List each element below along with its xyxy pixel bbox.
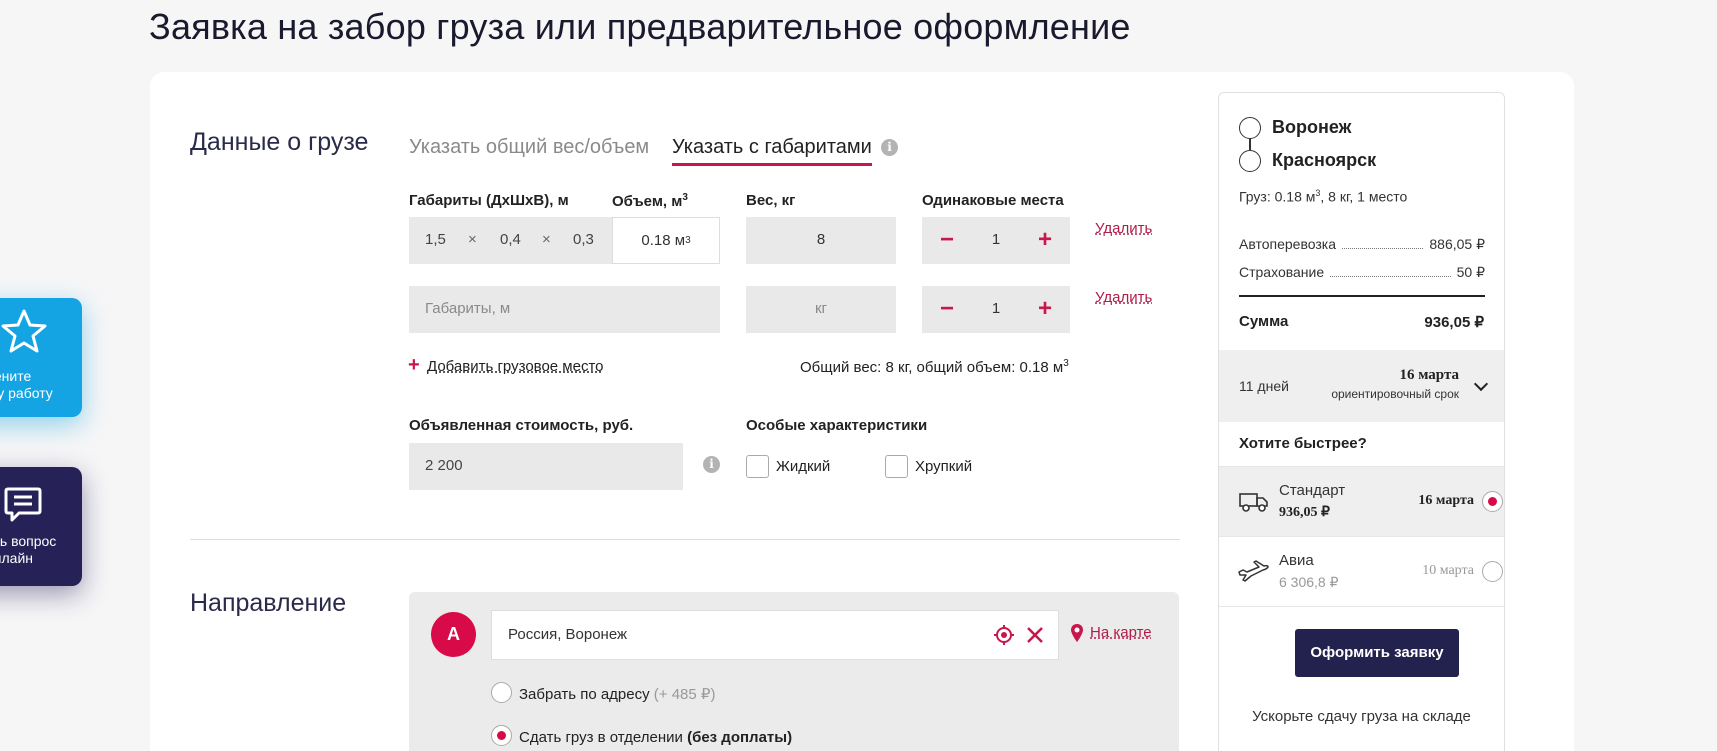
plus-icon: + — [408, 354, 420, 376]
height-value: 0,3 — [573, 231, 594, 248]
weight-column-label: Вес, кг — [746, 192, 796, 209]
option-standard-price: 936,05 ₽ — [1279, 505, 1330, 520]
delete-row-link[interactable]: Удалить — [1095, 289, 1152, 306]
locate-icon[interactable] — [993, 624, 1015, 646]
length-value: 1,5 — [425, 231, 446, 248]
declared-value: 2 200 — [425, 457, 463, 474]
price-row-insurance: Страхование 50 ₽ — [1239, 264, 1485, 280]
ask-online-text: ать вопрос онлайн — [0, 533, 57, 566]
price-row-transport: Автоперевозка 886,05 ₽ — [1239, 236, 1485, 252]
route-line — [1249, 138, 1251, 150]
add-cargo-place-link[interactable]: Добавить грузовое место — [427, 358, 604, 375]
drop-at-office-radio[interactable] — [491, 725, 512, 746]
tab-total-weight[interactable]: Указать общий вес/объем — [409, 136, 649, 159]
order-action-area — [1219, 606, 1504, 751]
route-end-dot — [1239, 150, 1261, 172]
clear-icon[interactable] — [1026, 626, 1044, 644]
fragile-label: Хрупкий — [915, 458, 973, 475]
pickup-at-address-label: Забрать по адресу (+ 485 ₽) — [519, 686, 716, 703]
volume-column-label: Объем, м3 — [612, 192, 688, 210]
option-air-name: Авиа — [1279, 552, 1314, 569]
info-icon[interactable]: i — [881, 139, 898, 156]
tab-with-dimensions[interactable]: Указать с габаритами — [672, 136, 872, 166]
page-title: Заявка на забор груза или предварительно… — [149, 6, 1131, 47]
quantity-stepper: − 1 + — [922, 217, 1070, 264]
volume-field: 0.18 м3 — [612, 217, 720, 264]
declared-value-input[interactable]: 2 200 — [409, 443, 683, 490]
weight-input[interactable]: 8 — [746, 217, 896, 264]
star-icon — [1, 309, 47, 353]
route-start-dot — [1239, 117, 1261, 139]
total-label: Сумма — [1239, 313, 1289, 330]
address-value: Россия, Воронеж — [508, 626, 628, 643]
to-city: Красноярск — [1272, 150, 1377, 170]
rate-us-text: цените шу работу — [0, 368, 53, 401]
info-icon[interactable]: i — [703, 456, 720, 473]
dims-input-empty[interactable]: Габариты, м — [409, 286, 720, 333]
liquid-label: Жидкий — [776, 458, 831, 475]
option-standard[interactable]: Стандарт 936,05 ₽ 16 марта — [1219, 466, 1504, 536]
delivery-estimate[interactable]: 11 дней 16 марта ориентировочный срок — [1219, 350, 1504, 422]
times-sign: × — [542, 231, 551, 248]
rate-us-widget[interactable]: цените шу работу — [0, 298, 82, 417]
cargo-summary: Груз: 0.18 м3, 8 кг, 1 место — [1239, 188, 1408, 205]
direction-section-title: Направление — [190, 589, 347, 617]
declared-value-label: Объявленная стоимость, руб. — [409, 417, 634, 434]
option-air-radio[interactable] — [1482, 561, 1503, 582]
section-divider — [190, 539, 1180, 540]
show-on-map-link[interactable]: На карте — [1090, 624, 1152, 641]
submit-order-button[interactable]: Оформить заявку — [1295, 629, 1459, 677]
plane-icon — [1238, 560, 1269, 582]
cargo-totals: Общий вес: 8 кг, общий объем: 0.18 м3 — [800, 358, 1069, 376]
direction-panel: А Россия, Воронеж На карте Забрать по ад… — [409, 592, 1179, 751]
truck-icon — [1239, 493, 1268, 512]
address-input[interactable]: Россия, Воронеж — [491, 610, 1059, 660]
chat-icon — [4, 487, 42, 522]
dims-placeholder: Габариты, м — [425, 300, 511, 317]
cargo-section-title: Данные о грузе — [190, 128, 369, 156]
faster-title: Хотите быстрее? — [1239, 435, 1367, 452]
delete-row-link[interactable]: Удалить — [1095, 220, 1152, 237]
delivery-date: 16 марта — [1399, 367, 1459, 383]
option-air-price: 6 306,8 ₽ — [1279, 574, 1339, 590]
increment-button[interactable]: + — [1030, 225, 1060, 255]
option-air[interactable]: Авиа 6 306,8 ₽ 10 марта — [1219, 536, 1504, 606]
weight-placeholder: кг — [814, 300, 828, 317]
chevron-down-icon[interactable] — [1473, 376, 1489, 392]
increment-button[interactable]: + — [1030, 294, 1060, 324]
quantity-stepper: − 1 + — [922, 286, 1070, 333]
total-divider — [1239, 295, 1485, 297]
dims-column-label: Габариты (ДхШхВ), м — [409, 192, 569, 209]
delivery-date-note: ориентировочный срок — [1331, 387, 1459, 401]
option-air-date: 10 марта — [1422, 563, 1474, 578]
from-city: Воронеж — [1272, 117, 1352, 137]
ask-online-widget[interactable]: ать вопрос онлайн — [0, 467, 82, 586]
drop-at-office-label: Сдать груз в отделении (без доплаты) — [519, 729, 793, 746]
option-standard-radio[interactable] — [1482, 491, 1503, 512]
option-standard-name: Стандарт — [1279, 482, 1346, 499]
liquid-checkbox[interactable] — [746, 455, 769, 478]
width-value: 0,4 — [500, 231, 521, 248]
order-summary: Воронеж Красноярск Груз: 0.18 м3, 8 кг, … — [1218, 92, 1505, 751]
same-places-column-label: Одинаковые места — [922, 192, 1064, 209]
fragile-checkbox[interactable] — [885, 455, 908, 478]
point-a-marker: А — [431, 612, 476, 657]
map-pin-icon — [1071, 624, 1083, 642]
pickup-at-address-radio[interactable] — [491, 682, 512, 703]
weight-value: 8 — [816, 231, 826, 248]
times-sign: × — [468, 231, 477, 248]
special-features-label: Особые характеристики — [746, 417, 928, 434]
total-value: 936,05 ₽ — [1424, 314, 1484, 331]
option-standard-date: 16 марта — [1418, 493, 1474, 508]
delivery-days: 11 дней — [1239, 378, 1289, 394]
dims-input[interactable]: 1,5 × 0,4 × 0,3 — [409, 217, 612, 264]
weight-input-empty[interactable]: кг — [746, 286, 896, 333]
speed-up-text: Ускорьте сдачу груза на складе — [1252, 708, 1471, 725]
